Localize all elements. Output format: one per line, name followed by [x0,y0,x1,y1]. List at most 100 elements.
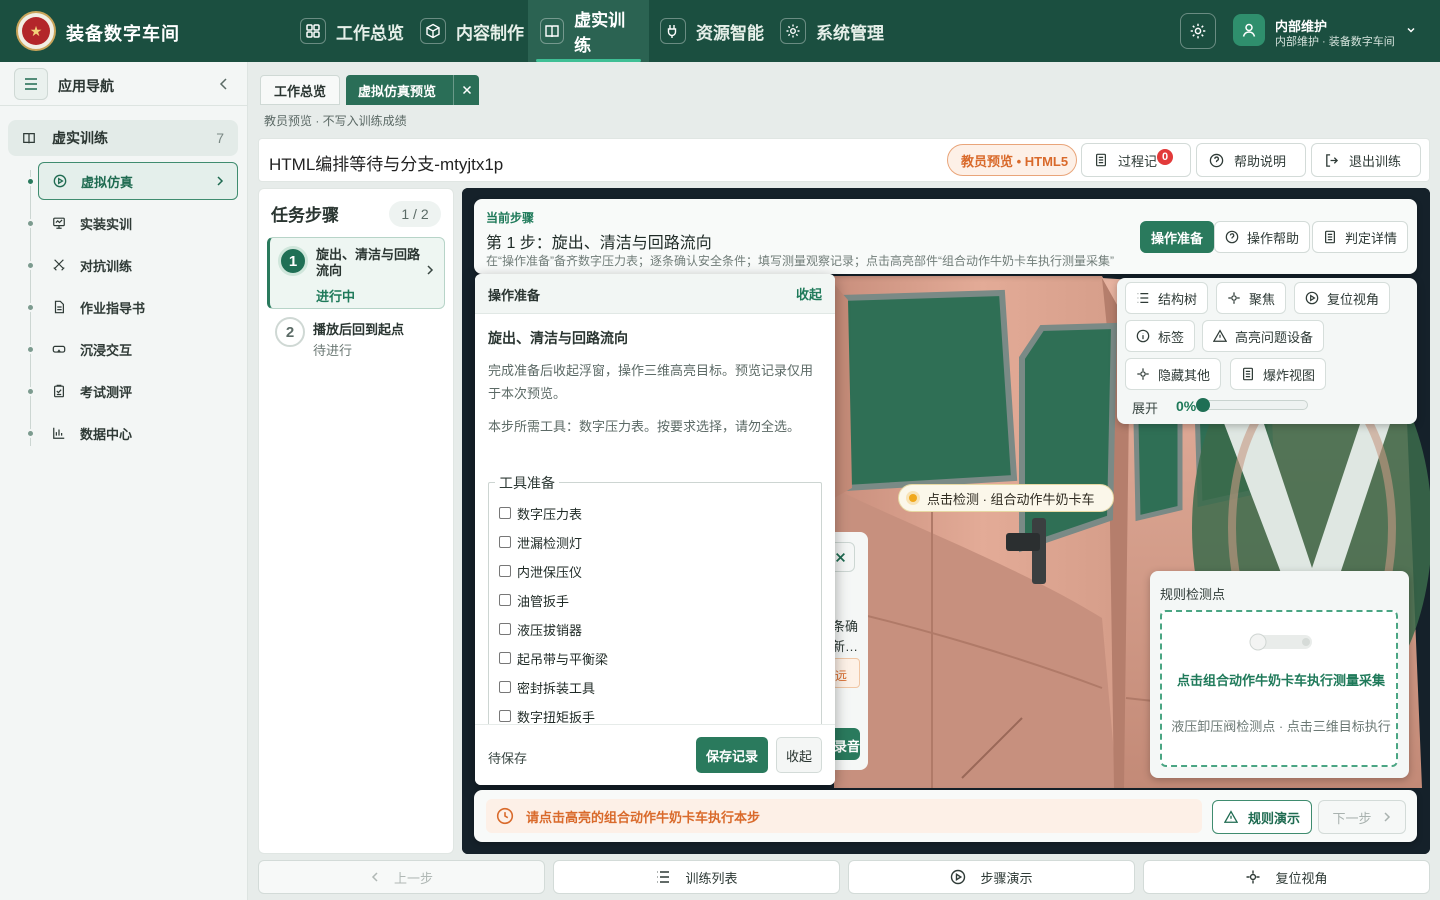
tool-checkbox[interactable]: 数字压力表 [499,504,582,522]
help-button[interactable]: 帮助说明 [1196,143,1306,177]
sidebar-item-adversarial[interactable]: 对抗训练 [38,246,238,284]
sidebar-item-label: 沉浸交互 [80,342,133,358]
play-circle-icon [950,869,966,885]
menu-button[interactable] [14,68,48,100]
tool-checkbox[interactable]: 液压拔销器 [499,620,582,638]
step-demo-button[interactable]: 步骤演示 [848,860,1135,894]
expand-slider[interactable] [1198,400,1308,410]
rule-demo-button[interactable]: 规则演示 [1212,800,1312,834]
close-icon [835,552,846,563]
operation-help-button[interactable]: 操作帮助 [1214,221,1311,253]
sidebar-item-real-equipment[interactable]: 实装实训 [38,204,238,242]
nav-tab-label: 内容制作 [456,23,524,43]
close-icon[interactable] [453,75,479,105]
plug-icon [660,18,686,44]
checkbox[interactable] [499,507,511,519]
nav-tab-resources[interactable]: 资源智能 [648,0,776,62]
sidebar-item-work-guide[interactable]: 作业指导书 [38,288,238,326]
dialog-header: 操作准备 收起 [475,274,835,314]
operation-prep-button[interactable]: 操作准备 [1140,221,1215,253]
dialog-title: 操作准备 [488,288,541,303]
collapse-link[interactable]: 收起 [796,284,822,303]
sidebar-item-immersive[interactable]: 沉浸交互 [38,330,238,368]
tool-label: 密封拆装工具 [517,680,596,696]
bar-chart-icon [52,426,66,440]
user-avatar[interactable] [1233,14,1265,46]
swords-icon [52,258,66,272]
expand-slider-thumb[interactable] [1196,398,1210,412]
rule-checkpoint-target[interactable]: 点击组合动作牛奶卡车执行测量采集 液压卸压阀检测点 · 点击三维目标执行 [1160,610,1398,767]
task-progress: 1 / 2 [389,201,441,227]
notice-message: 请点击高亮的组合动作牛奶卡车执行本步 [486,799,1202,833]
structure-tree-button[interactable]: 结构树 [1125,282,1209,314]
checkbox[interactable] [499,652,511,664]
checkbox[interactable] [499,594,511,606]
sidebar-item-label: 作业指导书 [80,300,146,316]
hide-others-button[interactable]: 隐藏其他 [1125,358,1222,390]
tool-checkbox[interactable]: 油管扳手 [499,591,569,609]
checkbox[interactable] [499,681,511,693]
page-tab-label: 虚拟仿真预览 [358,83,437,99]
labels-button[interactable]: 标签 [1125,320,1196,352]
popup-text: 新… [832,639,859,654]
rule-card-title: 规则检测点 [1160,587,1226,602]
document-icon [1241,367,1255,381]
judgement-details-button[interactable]: 判定详情 [1312,221,1409,253]
nav-tab-training[interactable]: 虚实训练 [528,0,649,62]
sidebar-group-training[interactable]: 虚实训练 7 [8,120,238,156]
training-list-button[interactable]: 训练列表 [553,860,840,894]
nav-tab-system[interactable]: 系统管理 [768,0,896,62]
nav-tab-content[interactable]: 内容制作 [408,0,536,62]
tool-label: 数字压力表 [517,506,583,522]
button-label: 标签 [1158,329,1185,345]
checkbox[interactable] [499,623,511,635]
sidebar-item-virtual-sim[interactable]: 虚拟仿真 [38,162,238,200]
required-tools-text: 本步所需工具：数字压力表。按要求选择，请勿全选。 [488,419,801,434]
focus-button[interactable]: 聚焦 [1216,282,1287,314]
sidebar-item-data-center[interactable]: 数据中心 [38,414,238,452]
page-tab-sim-preview[interactable]: 虚拟仿真预览 [346,75,479,105]
checkbox[interactable] [499,565,511,577]
document-icon [52,300,66,314]
play-circle-icon [53,174,67,188]
tool-checkbox[interactable]: 密封拆装工具 [499,678,595,696]
button-label: 复位视角 [1327,291,1380,307]
save-record-button[interactable]: 保存记录 [696,737,768,773]
process-record-button[interactable]: 过程记 0 [1081,143,1191,177]
page-tab-overview[interactable]: 工作总览 [260,75,340,105]
collapse-button[interactable]: 收起 [776,737,822,773]
nav-tab-overview[interactable]: 工作总览 [288,0,416,62]
current-step-description: 在“操作准备”备齐数字压力表；逐条确认安全条件；填写测量观察记录；点击高亮部件“… [486,254,1114,268]
checkbox[interactable] [499,536,511,548]
tool-checkbox[interactable]: 数字扭矩扳手 [499,707,595,725]
reset-view-button[interactable]: 复位视角 [1294,282,1391,314]
task-step-2[interactable]: 2 播放后回到起点 待进行 [267,313,445,363]
tool-checkbox[interactable]: 内泄保压仪 [499,562,582,580]
step-name: 旋出、清洁与回路流向 [488,330,628,346]
previous-step-button[interactable]: 上一步 [258,860,545,894]
tools-legend: 工具准备 [495,473,559,493]
popup-record-button[interactable]: 录音 [832,728,860,760]
hotspot-label[interactable]: 点击检测 · 组合动作牛奶卡车 [898,484,1114,512]
chevron-down-icon[interactable] [1405,24,1417,36]
tool-checkbox[interactable]: 泄漏检测灯 [499,533,582,551]
dialog-footer: 待保存 保存记录 收起 [475,724,835,785]
reset-view-bottom-button[interactable]: 复位视角 [1143,860,1430,894]
step-notice-bar: 请点击高亮的组合动作牛奶卡车执行本步 规则演示 下一步 [474,790,1417,842]
task-step-1[interactable]: 1 旋出、清洁与回路流向 进行中 [267,237,445,309]
app-logo: ★ [16,11,56,51]
tool-checkbox[interactable]: 起吊带与平衡梁 [499,649,608,667]
clock-icon [496,807,514,825]
next-step-button[interactable]: 下一步 [1318,800,1406,834]
sidebar-item-exam[interactable]: 考试测评 [38,372,238,410]
crosshair-icon [1227,291,1241,305]
list-icon [655,869,671,885]
chevron-left-icon[interactable] [218,77,230,91]
checkbox[interactable] [499,710,511,722]
exploded-view-button[interactable]: 爆炸视图 [1230,358,1327,390]
tree-node [26,261,35,270]
settings-button[interactable] [1180,13,1216,49]
current-step-title: 第 1 步：旋出、清洁与回路流向 [486,235,712,252]
exit-training-button[interactable]: 退出训练 [1311,143,1421,177]
highlight-issues-button[interactable]: 高亮问题设备 [1202,320,1325,352]
